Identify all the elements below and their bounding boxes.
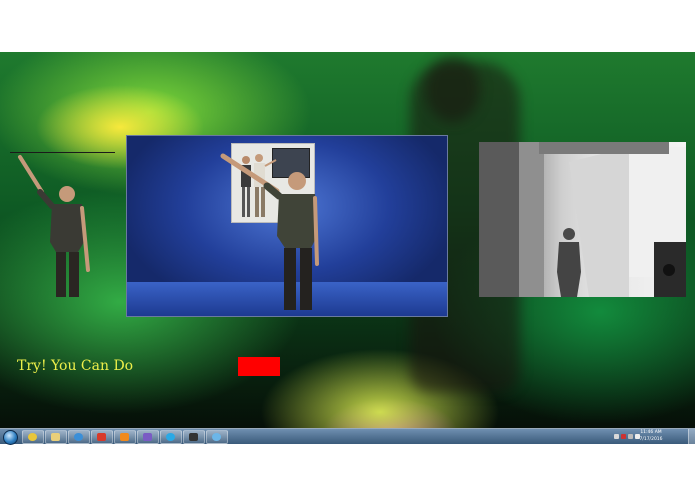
depth-scene [479, 142, 686, 297]
taskbar-item-chrome[interactable] [22, 430, 44, 444]
tray-arrow-icon[interactable] [614, 434, 619, 439]
tray-flag-icon[interactable] [621, 434, 626, 439]
center-3d-view [126, 135, 448, 317]
tray-clock[interactable]: 11:46 AM 7/17/2016 [631, 429, 671, 443]
taskbar-item-vs[interactable] [137, 430, 159, 444]
taskbar-item-app[interactable] [91, 430, 113, 444]
taskbar-item-terminal[interactable] [183, 430, 205, 444]
terminal-icon [189, 433, 198, 441]
chrome-icon [28, 433, 37, 441]
start-button[interactable] [3, 430, 18, 445]
taskbar-item-explorer[interactable] [45, 430, 67, 444]
depth-camera-view [479, 142, 686, 297]
network-globe-icon [212, 433, 221, 441]
taskbar-item-network[interactable] [206, 430, 228, 444]
taskbar: 11:46 AM 7/17/2016 [0, 428, 695, 445]
encouragement-text: Try! You Can Do [17, 358, 134, 374]
background-head-silhouette [425, 57, 480, 122]
taskbar-item-skype[interactable] [160, 430, 182, 444]
clock-date: 7/17/2016 [639, 437, 663, 442]
visual-studio-icon [143, 433, 152, 441]
taskbar-item-ie[interactable] [68, 430, 90, 444]
clock-time: 11:46 AM [640, 430, 662, 435]
internet-explorer-icon [74, 433, 83, 441]
center-avatar [220, 153, 319, 310]
show-desktop-button[interactable] [688, 429, 695, 444]
kinect-training-app-window: Try! You Can Do [0, 52, 695, 442]
status-indicator [238, 357, 280, 376]
skype-icon [166, 433, 175, 441]
avatar-left [18, 155, 90, 297]
taskbar-item-media[interactable] [114, 430, 136, 444]
media-player-icon [120, 433, 129, 441]
file-explorer-icon [51, 433, 60, 441]
app-star-icon [97, 433, 106, 441]
